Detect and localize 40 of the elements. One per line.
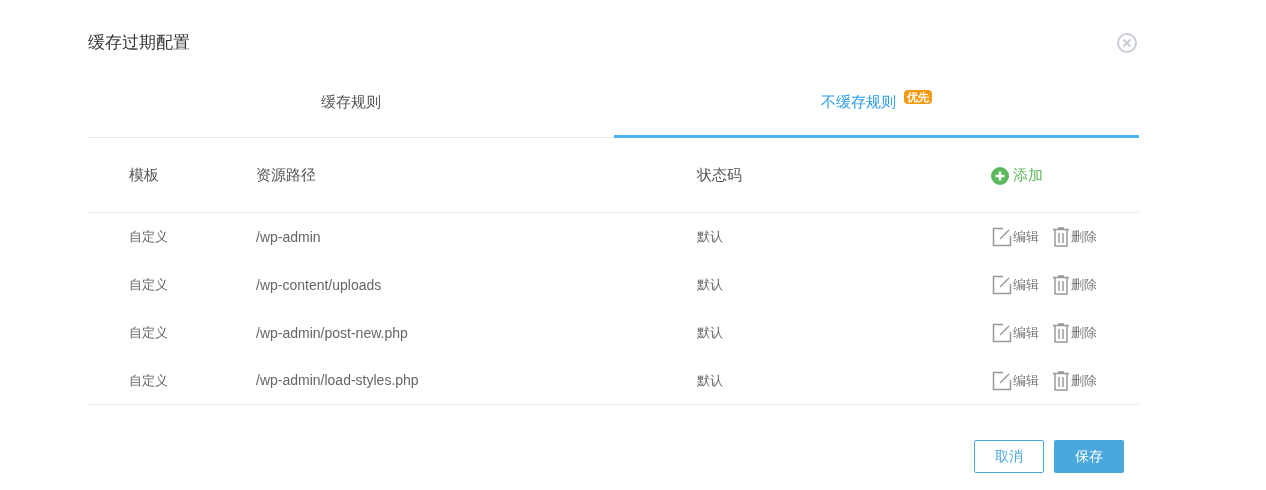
status-cell-text: 默认 — [697, 324, 723, 343]
priority-badge: 优先 — [903, 89, 932, 104]
trash-icon — [1052, 275, 1070, 295]
edit-icon — [992, 275, 1012, 295]
delete-button[interactable]: 删除 — [1052, 323, 1097, 343]
close-icon[interactable] — [1116, 32, 1138, 54]
path-cell-text: /wp-admin/post-new.php — [256, 323, 408, 343]
column-header: 状态码 — [697, 165, 742, 186]
status-cell-text: 默认 — [697, 276, 723, 295]
save-button[interactable]: 保存 — [1054, 440, 1124, 473]
template-cell-text: 自定义 — [129, 228, 168, 247]
trash-icon — [1052, 227, 1070, 247]
path-cell-text: /wp-admin/load-styles.php — [256, 371, 419, 390]
edit-icon — [992, 370, 1012, 391]
tab[interactable]: 缓存规则 — [88, 70, 614, 138]
plus-icon — [991, 166, 1009, 185]
add-button[interactable]: 添加 — [991, 164, 1043, 187]
delete-button[interactable]: 删除 — [1052, 370, 1097, 391]
trash-icon — [1052, 370, 1070, 391]
edit-button[interactable]: 编辑 — [992, 323, 1039, 343]
cancel-button[interactable]: 取消 — [974, 440, 1044, 473]
edit-button[interactable]: 编辑 — [992, 227, 1039, 247]
template-cell-text: 自定义 — [129, 324, 168, 343]
status-cell-text: 默认 — [697, 228, 723, 247]
edit-icon — [992, 227, 1012, 247]
template-cell-text: 自定义 — [129, 371, 168, 390]
path-cell-text: /wp-content/uploads — [256, 275, 382, 295]
edit-button[interactable]: 编辑 — [992, 370, 1039, 391]
path-cell-text: /wp-admin — [256, 227, 321, 247]
edit-button[interactable]: 编辑 — [992, 275, 1039, 295]
delete-button[interactable]: 删除 — [1052, 227, 1097, 247]
trash-icon — [1052, 323, 1070, 343]
status-cell-text: 默认 — [697, 371, 723, 390]
column-header: 模板 — [129, 165, 159, 186]
delete-button[interactable]: 删除 — [1052, 275, 1097, 295]
tab[interactable]: 不缓存规则 优先 — [613, 70, 1139, 138]
edit-icon — [992, 323, 1012, 343]
column-header: 资源路径 — [256, 165, 316, 186]
dialog-title: 缓存过期配置 — [88, 32, 190, 55]
template-cell-text: 自定义 — [129, 276, 168, 295]
